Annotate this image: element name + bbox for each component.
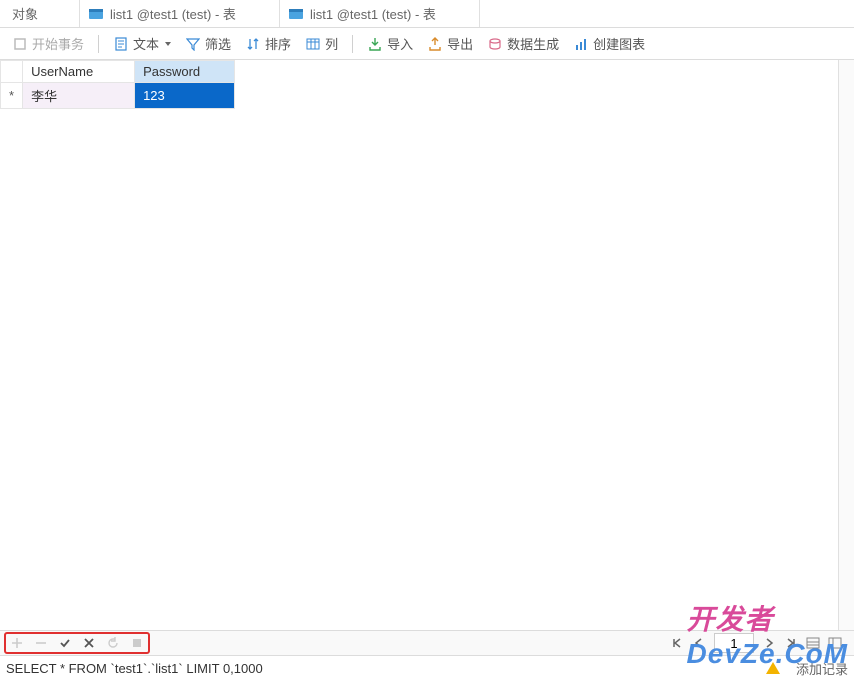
filter-icon: [185, 36, 201, 52]
add-record-button[interactable]: [10, 636, 24, 650]
grid-view-icon[interactable]: [806, 636, 820, 650]
apply-changes-button[interactable]: [58, 636, 72, 650]
table-icon: [288, 6, 304, 22]
discard-changes-button[interactable]: [82, 636, 96, 650]
text-icon: [113, 36, 129, 52]
vertical-scrollbar[interactable]: [838, 60, 854, 630]
create-chart-label: 创建图表: [593, 34, 645, 53]
tab-1-label: list1 @test1 (test) - 表: [110, 4, 236, 23]
export-icon: [427, 36, 443, 52]
import-icon: [367, 36, 383, 52]
sort-icon: [245, 36, 261, 52]
row-indicator: *: [1, 83, 23, 109]
refresh-button[interactable]: [106, 636, 120, 650]
status-sql: SELECT * FROM `test1`.`list1` LIMIT 0,10…: [6, 661, 263, 676]
first-page-button[interactable]: [670, 636, 684, 650]
data-grid[interactable]: UserName Password * 李华 123: [0, 60, 235, 109]
delete-record-button[interactable]: [34, 636, 48, 650]
tab-objects-label: 对象: [12, 4, 38, 23]
page-input[interactable]: [714, 633, 754, 653]
tab-bar: 对象 list1 @test1 (test) - 表 list1 @test1 …: [0, 0, 854, 28]
header-row: UserName Password: [1, 61, 235, 83]
tab-table-1[interactable]: list1 @test1 (test) - 表: [80, 0, 280, 27]
begin-transaction-button[interactable]: 开始事务: [6, 31, 90, 56]
status-bar: SELECT * FROM `test1`.`list1` LIMIT 0,10…: [0, 656, 854, 680]
begin-transaction-label: 开始事务: [32, 34, 84, 53]
columns-label: 列: [325, 34, 338, 53]
toolbar-separator: [98, 35, 99, 53]
import-label: 导入: [387, 34, 413, 53]
prev-page-button[interactable]: [692, 636, 706, 650]
tab-table-2[interactable]: list1 @test1 (test) - 表: [280, 0, 480, 27]
data-gen-icon: [487, 36, 503, 52]
form-view-icon[interactable]: [828, 636, 842, 650]
tab-empty: [480, 0, 854, 27]
data-gen-label: 数据生成: [507, 34, 559, 53]
tab-2-label: list1 @test1 (test) - 表: [310, 4, 436, 23]
column-header-password[interactable]: Password: [135, 61, 235, 83]
text-label: 文本: [133, 34, 159, 53]
export-button[interactable]: 导出: [421, 31, 479, 56]
cell-username[interactable]: 李华: [23, 83, 135, 109]
add-record-hint: 添加记录: [796, 659, 848, 678]
row-indicator-header: [1, 61, 23, 83]
sort-button[interactable]: 排序: [239, 31, 297, 56]
dropdown-caret-icon: [165, 42, 171, 46]
pagination: [670, 633, 842, 653]
column-header-username[interactable]: UserName: [23, 61, 135, 83]
toolbar: 开始事务 文本 筛选 排序 列 导入 导出: [0, 28, 854, 60]
last-page-button[interactable]: [784, 636, 798, 650]
data-grid-area: UserName Password * 李华 123: [0, 60, 854, 630]
cell-password[interactable]: 123: [135, 83, 235, 109]
data-gen-button[interactable]: 数据生成: [481, 31, 565, 56]
import-button[interactable]: 导入: [361, 31, 419, 56]
columns-button[interactable]: 列: [299, 31, 344, 56]
highlight-box: [4, 632, 150, 654]
toolbar-separator: [352, 35, 353, 53]
table-row[interactable]: * 李华 123: [1, 83, 235, 109]
tab-objects[interactable]: 对象: [0, 0, 80, 27]
transaction-icon: [12, 36, 28, 52]
record-action-bar: [0, 630, 854, 656]
sort-label: 排序: [265, 34, 291, 53]
filter-label: 筛选: [205, 34, 231, 53]
columns-icon: [305, 36, 321, 52]
stop-button[interactable]: [130, 636, 144, 650]
export-label: 导出: [447, 34, 473, 53]
table-icon: [88, 6, 104, 22]
chart-icon: [573, 36, 589, 52]
create-chart-button[interactable]: 创建图表: [567, 31, 651, 56]
next-page-button[interactable]: [762, 636, 776, 650]
warning-icon[interactable]: [766, 662, 780, 674]
text-button[interactable]: 文本: [107, 31, 177, 56]
filter-button[interactable]: 筛选: [179, 31, 237, 56]
